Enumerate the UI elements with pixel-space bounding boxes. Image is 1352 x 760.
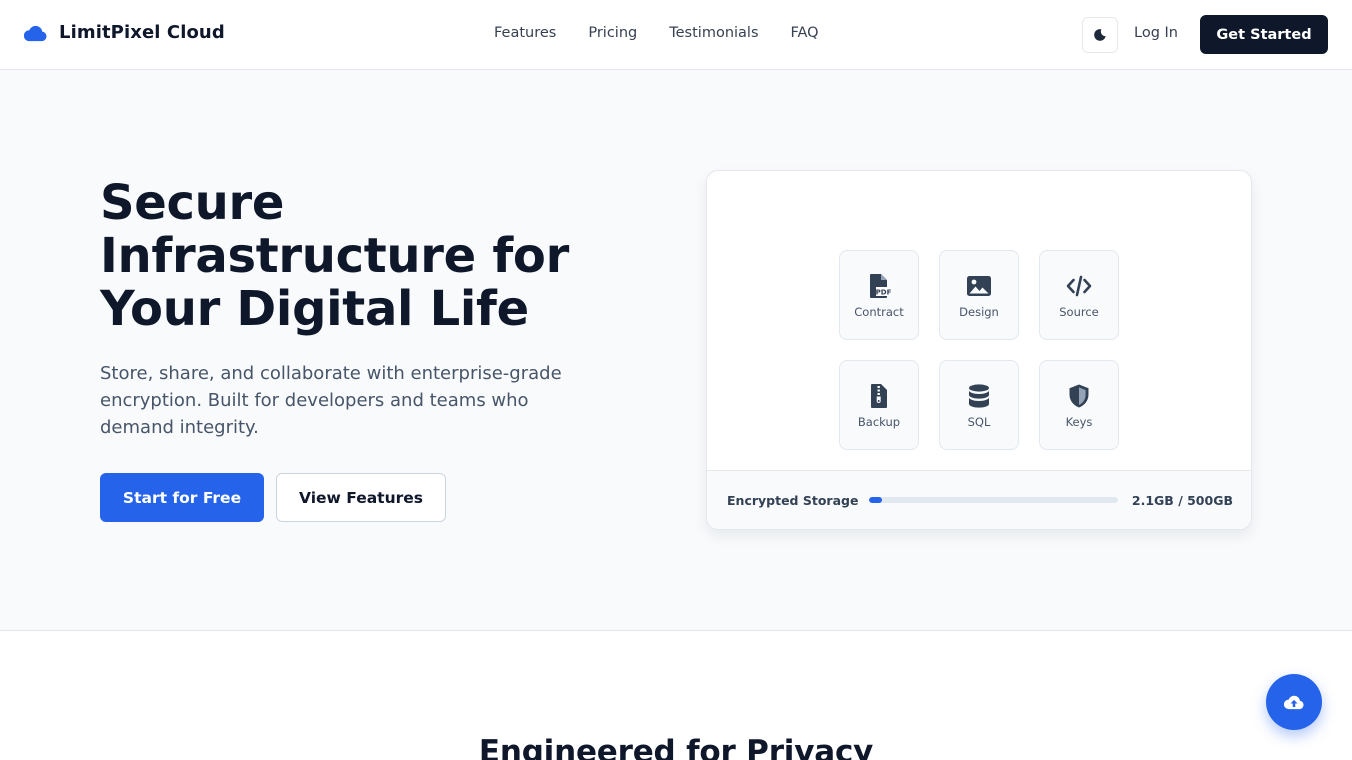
file-label: Backup xyxy=(857,415,901,429)
file-tile-keys[interactable]: Keys xyxy=(1039,360,1119,450)
nav-link-faq[interactable]: FAQ xyxy=(791,25,819,41)
nav-link-features[interactable]: Features xyxy=(494,25,556,41)
hero-title: Secure Infrastructure for Your Digital L… xyxy=(100,175,569,337)
top-navbar: LimitPixel Cloud Features Pricing Testim… xyxy=(0,0,1352,70)
main-nav: Features Pricing Testimonials FAQ xyxy=(494,25,819,41)
nav-link-testimonials[interactable]: Testimonials xyxy=(669,25,758,41)
file-label: Source xyxy=(1059,305,1099,319)
svg-text:PDF: PDF xyxy=(876,289,892,297)
shield-icon xyxy=(1066,383,1092,409)
cloud-upload-icon xyxy=(1284,695,1304,710)
database-icon xyxy=(966,383,992,409)
get-started-button[interactable]: Get Started xyxy=(1200,15,1328,54)
code-icon xyxy=(1066,273,1092,299)
image-icon xyxy=(966,273,992,299)
file-grid: PDF Contract Design Source Backup SQL Ke… xyxy=(839,250,1119,450)
file-label: SQL xyxy=(967,415,991,429)
hero-subtitle: Store, share, and collaborate with enter… xyxy=(100,363,562,438)
hero-section: Secure Infrastructure for Your Digital L… xyxy=(0,70,1352,631)
file-label: Contract xyxy=(854,305,904,319)
file-tile-backup[interactable]: Backup xyxy=(839,360,919,450)
pdf-file-icon: PDF xyxy=(866,273,892,299)
view-features-button[interactable]: View Features xyxy=(276,473,446,522)
section-title: Engineered for Privacy xyxy=(478,734,874,760)
storage-label: Encrypted Storage xyxy=(727,493,859,508)
file-tile-sql[interactable]: SQL xyxy=(939,360,1019,450)
cloud-icon xyxy=(24,25,47,41)
start-free-button[interactable]: Start for Free xyxy=(100,473,264,522)
upload-fab-button[interactable] xyxy=(1266,674,1322,730)
brand-name: LimitPixel Cloud xyxy=(59,22,225,43)
storage-progress-fill xyxy=(869,497,882,503)
file-tile-contract[interactable]: PDF Contract xyxy=(839,250,919,340)
storage-progress-bar xyxy=(869,497,1118,503)
file-tile-source[interactable]: Source xyxy=(1039,250,1119,340)
file-label: Keys xyxy=(1065,415,1093,429)
moon-icon xyxy=(1094,29,1106,41)
file-label: Design xyxy=(959,305,999,319)
login-link[interactable]: Log In xyxy=(1134,25,1178,41)
file-tile-design[interactable]: Design xyxy=(939,250,1019,340)
nav-link-pricing[interactable]: Pricing xyxy=(588,25,637,41)
theme-toggle-button[interactable] xyxy=(1082,17,1118,53)
zip-file-icon xyxy=(866,383,892,409)
storage-footer: Encrypted Storage 2.1GB / 500GB xyxy=(707,470,1251,529)
brand[interactable]: LimitPixel Cloud xyxy=(24,22,225,43)
storage-usage: 2.1GB / 500GB xyxy=(1131,493,1233,508)
storage-preview-card: PDF Contract Design Source Backup SQL Ke… xyxy=(706,170,1252,530)
